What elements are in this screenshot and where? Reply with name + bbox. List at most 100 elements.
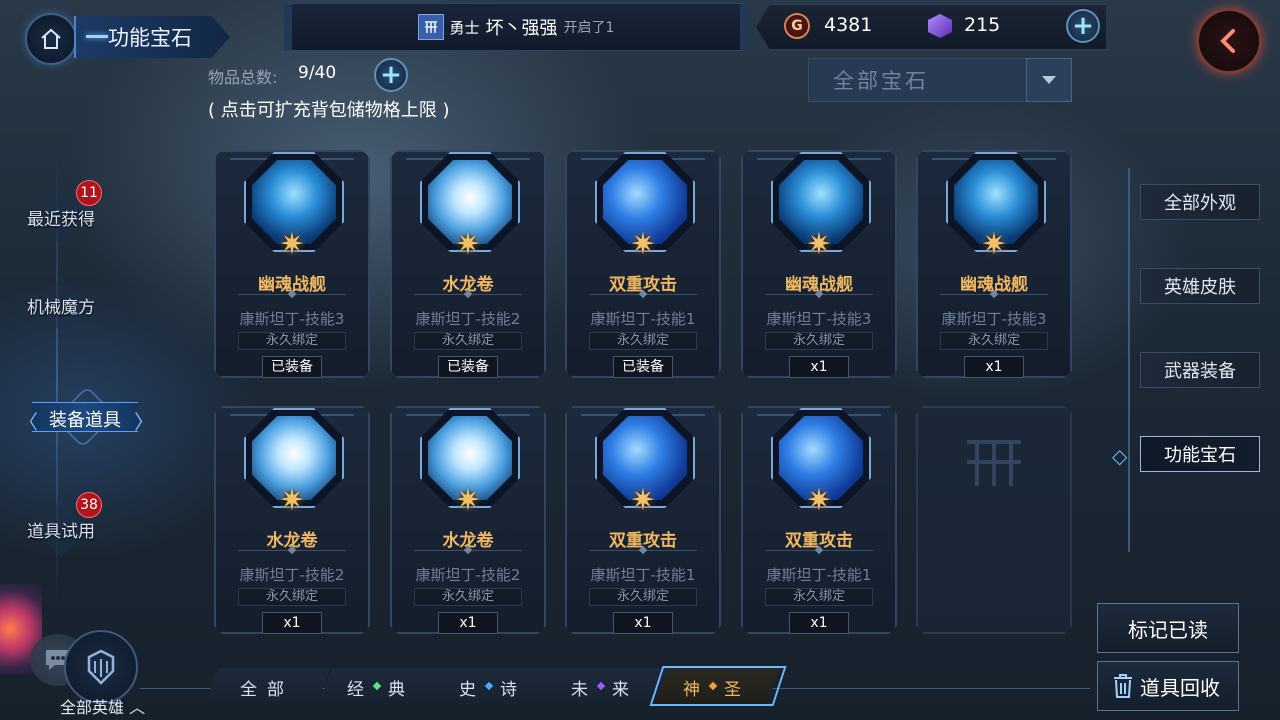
item-status: x1 — [262, 612, 322, 634]
category-weapon-gear[interactable]: 武器装备 — [1140, 352, 1260, 388]
item-card[interactable]: ✷ 水龙卷 康斯坦丁-技能2 永久绑定 x1 — [214, 406, 370, 634]
bind-status: 永久绑定 — [765, 588, 873, 606]
item-skill: 康斯坦丁-技能3 — [239, 310, 345, 328]
star-rank-icon: ✷ — [455, 483, 481, 518]
bind-status: 永久绑定 — [940, 332, 1048, 350]
star-rank-icon: ✷ — [806, 483, 832, 518]
nav-equipment-items[interactable]: 〈 装备道具 〉 — [18, 386, 154, 448]
bind-status: 永久绑定 — [238, 588, 346, 606]
capacity-label: 物品总数: — [208, 68, 278, 87]
empty-emblem-icon — [959, 434, 1029, 494]
item-card[interactable]: ✷ 水龙卷 康斯坦丁-技能2 永久绑定 x1 — [390, 406, 546, 634]
item-status: x1 — [789, 356, 849, 378]
item-card[interactable]: ✷ 幽魂战舰 康斯坦丁-技能3 永久绑定 x1 — [916, 150, 1072, 378]
item-status: x1 — [964, 356, 1024, 378]
mark-read-button[interactable]: 标记已读 — [1097, 603, 1239, 653]
item-card[interactable]: ✷ 双重攻击 康斯坦丁-技能1 永久绑定 已装备 — [565, 150, 721, 378]
plus-icon: + — [380, 60, 402, 90]
hero-filter-text: 全部英雄 — [60, 698, 125, 717]
helmet-icon — [87, 649, 115, 685]
rarity-tab-label: 全部 — [240, 679, 294, 700]
item-card[interactable]: ✷ 双重攻击 康斯坦丁-技能1 永久绑定 x1 — [741, 406, 897, 634]
star-rank-icon: ✷ — [806, 227, 832, 262]
nav-recent-label: 最近获得 — [27, 209, 95, 230]
gold-coin-icon: G — [784, 13, 810, 39]
category-line — [1128, 168, 1130, 552]
item-status: 已装备 — [262, 356, 322, 378]
rarity-dot-icon — [485, 682, 493, 690]
expand-capacity-button[interactable]: + — [374, 58, 408, 92]
hero-filter-button[interactable] — [64, 630, 138, 704]
home-icon — [25, 13, 77, 65]
recycle-label: 道具回收 — [1140, 675, 1220, 700]
item-card[interactable]: ✷ 幽魂战舰 康斯坦丁-技能3 永久绑定 x1 — [741, 150, 897, 378]
rarity-tab[interactable]: 全部 — [204, 668, 330, 706]
rarity-tab-char: 典 — [388, 679, 415, 700]
star-rank-icon: ✷ — [630, 227, 656, 262]
nav-equipment-label: 装备道具 — [49, 410, 121, 431]
rarity-dot-icon — [597, 682, 605, 690]
plus-icon: + — [1072, 11, 1094, 41]
category-all-appearance[interactable]: 全部外观 — [1140, 184, 1260, 220]
item-status: x1 — [438, 612, 498, 634]
expand-hint[interactable]: ( 点击可扩充背包储物格上限 ) — [208, 96, 450, 122]
nav-mech-cube[interactable]: 机械魔方 — [14, 278, 108, 332]
rarity-tab-char: 来 — [612, 679, 639, 700]
chevron-up-icon: ︿ — [129, 698, 146, 717]
item-skill: 康斯坦丁-技能1 — [766, 566, 872, 584]
broadcast-marquee: 勇士 坏丶强强 开启了1 — [284, 3, 748, 51]
back-button[interactable] — [1196, 8, 1262, 74]
chevron-left-icon — [1220, 29, 1235, 53]
page-title: 功能宝石 — [74, 16, 230, 58]
bind-status: 永久绑定 — [589, 332, 697, 350]
star-rank-icon: ✷ — [981, 227, 1007, 262]
rarity-tab-char: 史 — [459, 679, 486, 700]
gold-amount: 4381 — [824, 14, 873, 36]
gem-amount: 215 — [964, 14, 1001, 36]
gem-filter-select[interactable]: 全部宝石 — [808, 58, 1030, 102]
recycle-button[interactable]: 道具回收 — [1097, 661, 1239, 711]
trash-icon — [1114, 674, 1132, 698]
nav-trial-badge: 38 — [76, 492, 102, 518]
guild-emblem-icon — [417, 14, 444, 40]
filter-dropdown-button[interactable] — [1026, 58, 1072, 102]
capacity-value: 9/40 — [298, 63, 337, 83]
bind-status: 永久绑定 — [765, 332, 873, 350]
empty-slot — [916, 406, 1072, 634]
item-status: 已装备 — [438, 356, 498, 378]
bind-status: 永久绑定 — [238, 332, 346, 350]
item-card[interactable]: ✷ 水龙卷 康斯坦丁-技能2 永久绑定 已装备 — [390, 150, 546, 378]
bind-status: 永久绑定 — [414, 588, 522, 606]
bind-status: 永久绑定 — [414, 332, 522, 350]
rarity-tab[interactable]: 史诗 — [430, 668, 556, 706]
item-skill: 康斯坦丁-技能3 — [766, 310, 872, 328]
star-rank-icon: ✷ — [279, 227, 305, 262]
item-status: x1 — [613, 612, 673, 634]
item-skill: 康斯坦丁-技能2 — [415, 310, 521, 328]
item-card[interactable]: ✷ 双重攻击 康斯坦丁-技能1 永久绑定 x1 — [565, 406, 721, 634]
item-skill: 康斯坦丁-技能3 — [941, 310, 1047, 328]
star-rank-icon: ✷ — [455, 227, 481, 262]
category-function-gems[interactable]: 功能宝石 — [1140, 436, 1260, 472]
active-category-marker-icon: ◇ — [1112, 444, 1128, 468]
item-skill: 康斯坦丁-技能2 — [239, 566, 345, 584]
item-skill: 康斯坦丁-技能2 — [415, 566, 521, 584]
nav-mech-cube-label: 机械魔方 — [27, 297, 95, 318]
star-rank-icon: ✷ — [279, 483, 305, 518]
hero-filter-label[interactable]: 全部英雄 ︿ — [60, 694, 145, 718]
item-skill: 康斯坦丁-技能1 — [590, 310, 696, 328]
broadcast-prefix: 勇士 — [449, 18, 480, 37]
chevron-right-icon: 〉 — [134, 410, 154, 434]
category-hero-skins[interactable]: 英雄皮肤 — [1140, 268, 1260, 304]
broadcast-player-name: 坏丶强强 — [485, 18, 558, 39]
rarity-tab-char: 经 — [347, 679, 374, 700]
rarity-tab-char: 诗 — [500, 679, 527, 700]
rarity-tab[interactable]: 经典 — [318, 668, 444, 706]
rarity-tab-char: 未 — [571, 679, 598, 700]
item-card[interactable]: ✷ 幽魂战舰 康斯坦丁-技能3 永久绑定 已装备 — [214, 150, 370, 378]
add-currency-button[interactable]: + — [1066, 9, 1100, 43]
caret-down-icon — [1042, 76, 1056, 84]
rarity-tab[interactable]: 未来 — [542, 668, 668, 706]
nav-item-trial-label: 道具试用 — [27, 521, 95, 542]
active-tab-outline — [649, 666, 787, 706]
